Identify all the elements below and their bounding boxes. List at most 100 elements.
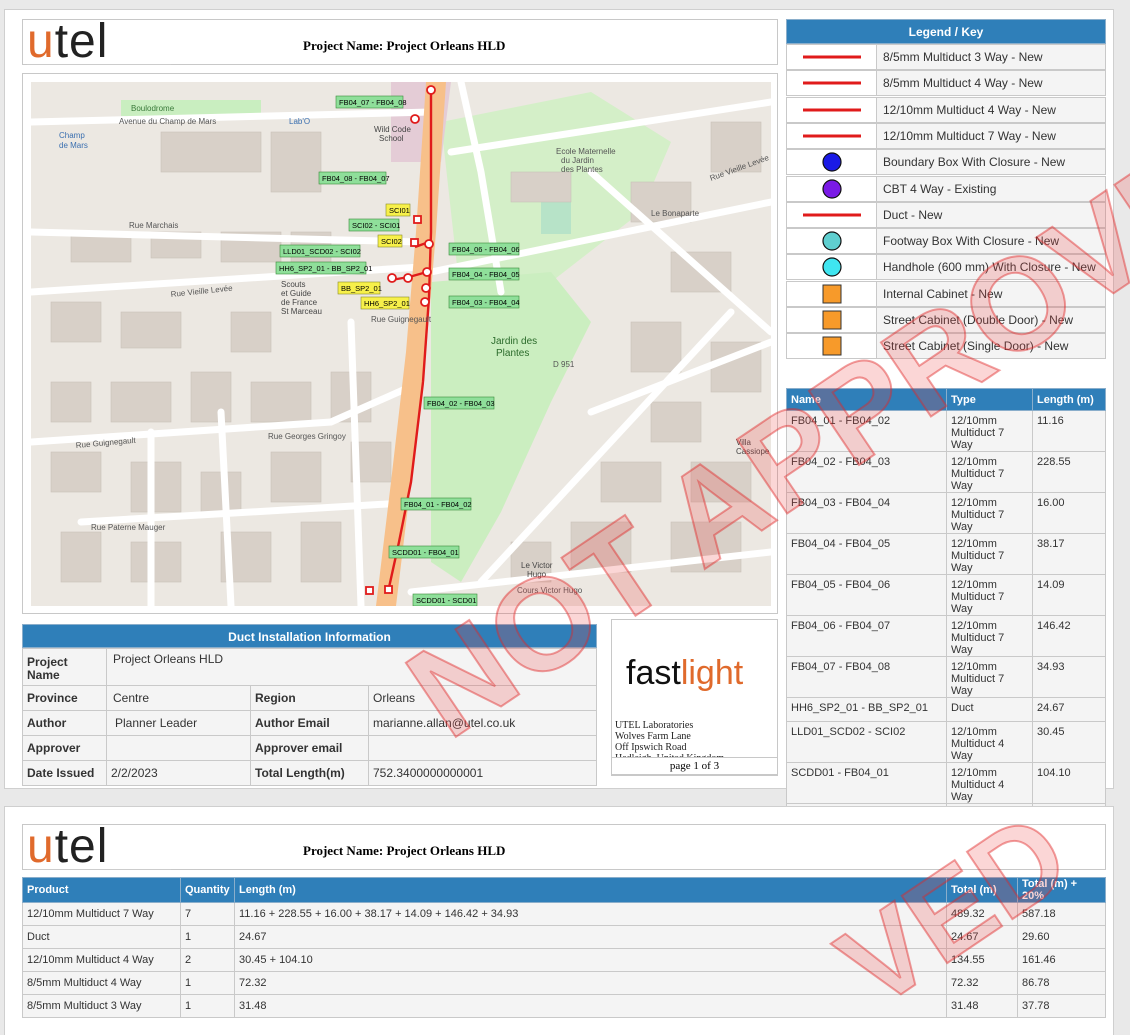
legend-symbol-icon [787, 176, 877, 201]
legend-symbol-icon [787, 202, 877, 227]
legend-item: Boundary Box With Closure - New [786, 149, 1106, 176]
table-row: FB04_05 - FB04_06 12/10mm Multiduct 7 Way… [786, 574, 1106, 616]
product-name: 8/5mm Multiduct 4 Way [22, 971, 181, 995]
legend-item: Footway Box With Closure - New [786, 228, 1106, 255]
svg-text:et Guide: et Guide [281, 289, 312, 298]
legend-item-label: Boundary Box With Closure - New [883, 155, 1066, 170]
segment-table: Name Type Length (m) FB04_01 - FB04_02 12… [786, 388, 1106, 828]
legend-panel: Legend / Key 8/5mm Multiduct 3 Way - New… [786, 19, 1108, 365]
legend-item-label: Internal Cabinet - New [883, 286, 1003, 301]
svg-text:BB_SP2_01: BB_SP2_01 [341, 284, 382, 293]
svg-text:LLD01_SCD02 - SCI02: LLD01_SCD02 - SCI02 [283, 247, 361, 256]
segment-length: 34.93 [1032, 656, 1106, 698]
logo-letters: tel [54, 15, 109, 68]
segment-type: 12/10mm Multiduct 7 Way [946, 533, 1033, 575]
segment-name: FB04_03 - FB04_04 [786, 492, 947, 534]
segment-type: Duct [946, 697, 1033, 722]
legend-item: 8/5mm Multiduct 4 Way - New [786, 70, 1106, 97]
svg-text:du Jardin: du Jardin [561, 156, 594, 165]
segment-length: 38.17 [1032, 533, 1106, 575]
svg-text:Rue Marchais: Rue Marchais [129, 221, 178, 230]
col-header-type: Type [946, 388, 1033, 411]
svg-text:Hugo: Hugo [527, 570, 547, 579]
product-quantity: 7 [180, 902, 235, 926]
logo-letter-u: u [27, 15, 55, 68]
product-quantity: 1 [180, 994, 235, 1018]
table-row: LLD01_SCD02 - SCI02 12/10mm Multiduct 4 W… [786, 721, 1106, 763]
company-panel: fastlight UTEL Laboratories Wolves Farm … [611, 619, 778, 776]
svg-text:FB04_04 - FB04_05: FB04_04 - FB04_05 [452, 270, 520, 279]
product-total-plus: 29.60 [1017, 925, 1106, 949]
segment-type: 12/10mm Multiduct 7 Way [946, 410, 1033, 452]
svg-text:Ecole Maternelle: Ecole Maternelle [556, 147, 616, 156]
svg-text:Rue Guignegault: Rue Guignegault [371, 315, 432, 324]
product-total: 489.32 [946, 902, 1018, 926]
region-value: Orleans [368, 685, 597, 711]
segment-name: FB04_06 - FB04_07 [786, 615, 947, 657]
segment-length: 146.42 [1032, 615, 1106, 657]
legend-symbol-icon [787, 308, 877, 332]
utel-logo-2: utel [27, 823, 171, 871]
svg-text:de France: de France [281, 298, 318, 307]
product-total: 72.32 [946, 971, 1018, 995]
product-name: 8/5mm Multiduct 3 Way [22, 994, 181, 1018]
segment-name: FB04_02 - FB04_03 [786, 451, 947, 493]
table-row: 12/10mm Multiduct 7 Way 7 11.16 + 228.55 +… [22, 902, 1106, 926]
product-quantity: 1 [180, 971, 235, 995]
svg-text:Rue Paterne Mauger: Rue Paterne Mauger [91, 523, 166, 532]
product-name: 12/10mm Multiduct 4 Way [22, 948, 181, 972]
region-label: Region [250, 685, 369, 711]
svg-text:Villa: Villa [736, 438, 752, 447]
segment-length: 24.67 [1032, 697, 1106, 722]
svg-text:Champ: Champ [59, 131, 85, 140]
svg-text:Jardin des: Jardin des [491, 336, 537, 347]
segment-type: 12/10mm Multiduct 4 Way [946, 721, 1033, 763]
segment-type: 12/10mm Multiduct 7 Way [946, 615, 1033, 657]
segment-name: FB04_07 - FB04_08 [786, 656, 947, 698]
svg-text:School: School [379, 134, 404, 143]
segment-length: 14.09 [1032, 574, 1106, 616]
segment-type: 12/10mm Multiduct 4 Way [946, 762, 1033, 804]
segment-length: 30.45 [1032, 721, 1106, 763]
route-map[interactable]: FB04_07 - FB04_08 FB04_08 - FB04_07 SCI0… [31, 82, 771, 606]
duct-info-panel: Duct Installation Information Project Na… [22, 624, 598, 790]
svg-text:FB04_03 - FB04_04: FB04_03 - FB04_04 [452, 298, 520, 307]
svg-text:Le Bonaparte: Le Bonaparte [651, 209, 700, 218]
product-lengths: 72.32 [234, 971, 947, 995]
project-name-value: Project Orleans HLD [106, 648, 597, 686]
project-title: Project Name: Project Orleans HLD [303, 38, 506, 53]
svg-text:HH6_SP2_01 - BB_SP2_01: HH6_SP2_01 - BB_SP2_01 [279, 264, 372, 273]
product-table: Product Quantity Length (m) Total (m) To… [22, 877, 1106, 1018]
col-header-product: Product [22, 877, 181, 903]
table-row: 12/10mm Multiduct 4 Way 2 30.45 + 104.10 13… [22, 948, 1106, 972]
svg-text:Cours Victor Hugo: Cours Victor Hugo [517, 586, 583, 595]
province-value: Centre [106, 685, 251, 711]
duct-info-title: Duct Installation Information [22, 624, 597, 648]
table-row: HH6_SP2_01 - BB_SP2_01 Duct 24.67 [786, 697, 1106, 722]
product-name: 12/10mm Multiduct 7 Way [22, 902, 181, 926]
table-row: FB04_04 - FB04_05 12/10mm Multiduct 7 Way… [786, 533, 1106, 575]
author-email-label: Author Email [250, 710, 369, 736]
segment-name: SCDD01 - FB04_01 [786, 762, 947, 804]
page-header: utel Project Name: Project Orleans HLD [22, 18, 778, 66]
legend-item-label: Street Cabinet (Double Door) - New [883, 313, 1074, 327]
svg-text:SCDD01 - FB04_01: SCDD01 - FB04_01 [392, 548, 459, 557]
table-row: FB04_01 - FB04_02 12/10mm Multiduct 7 Way… [786, 410, 1106, 452]
col-header-length: Length (m) [1032, 388, 1106, 411]
svg-text:HH6_SP2_01: HH6_SP2_01 [364, 299, 410, 308]
legend-item-label: 12/10mm Multiduct 4 Way - New [883, 102, 1056, 117]
project-title-2: Project Name: Project Orleans HLD [303, 843, 506, 858]
legend-symbol-icon [787, 150, 877, 175]
svg-text:Plantes: Plantes [496, 348, 529, 359]
segment-name: FB04_05 - FB04_06 [786, 574, 947, 616]
segment-name: LLD01_SCD02 - SCI02 [786, 721, 947, 763]
fastlight-logo: fastlight [626, 654, 744, 692]
product-quantity: 1 [180, 925, 235, 949]
product-lengths: 30.45 + 104.10 [234, 948, 947, 972]
legend-symbol-icon [787, 123, 877, 148]
legend-item-label: 12/10mm Multiduct 7 Way - New [883, 128, 1056, 143]
table-row: Duct 1 24.67 24.67 29.60 [22, 925, 1106, 949]
legend-item: CBT 4 Way - Existing [786, 175, 1106, 202]
product-total-plus: 161.46 [1017, 948, 1106, 972]
approver-email-label: Approver email [250, 735, 369, 761]
